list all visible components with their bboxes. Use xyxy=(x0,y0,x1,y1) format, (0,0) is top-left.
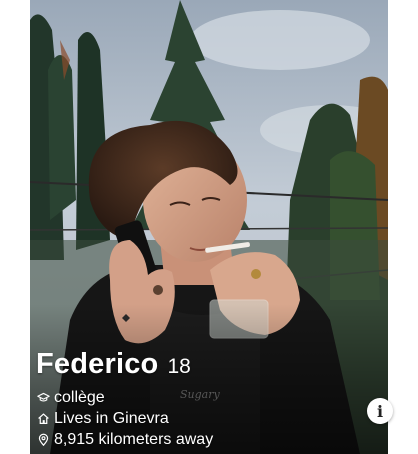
residence-row: Lives in Ginevra xyxy=(36,408,213,429)
profile-info: Federico 18 collège Lives in Ginevra 8,9… xyxy=(36,348,213,450)
name-row: Federico 18 xyxy=(36,348,213,381)
graduation-cap-icon xyxy=(36,390,51,405)
profile-card[interactable]: Sugary F xyxy=(30,0,388,454)
home-icon xyxy=(36,411,51,426)
school-row: collège xyxy=(36,387,213,408)
distance-text: 8,915 kilometers away xyxy=(54,431,214,448)
profile-screen: Sugary F xyxy=(0,0,418,454)
info-button[interactable]: i xyxy=(367,398,393,424)
school-text: collège xyxy=(54,389,105,406)
info-icon: i xyxy=(376,401,384,421)
distance-row: 8,915 kilometers away xyxy=(36,429,213,450)
profile-age: 18 xyxy=(167,355,191,378)
profile-name: Federico xyxy=(36,348,159,380)
location-pin-icon xyxy=(36,432,51,447)
residence-text: Lives in Ginevra xyxy=(54,410,169,427)
